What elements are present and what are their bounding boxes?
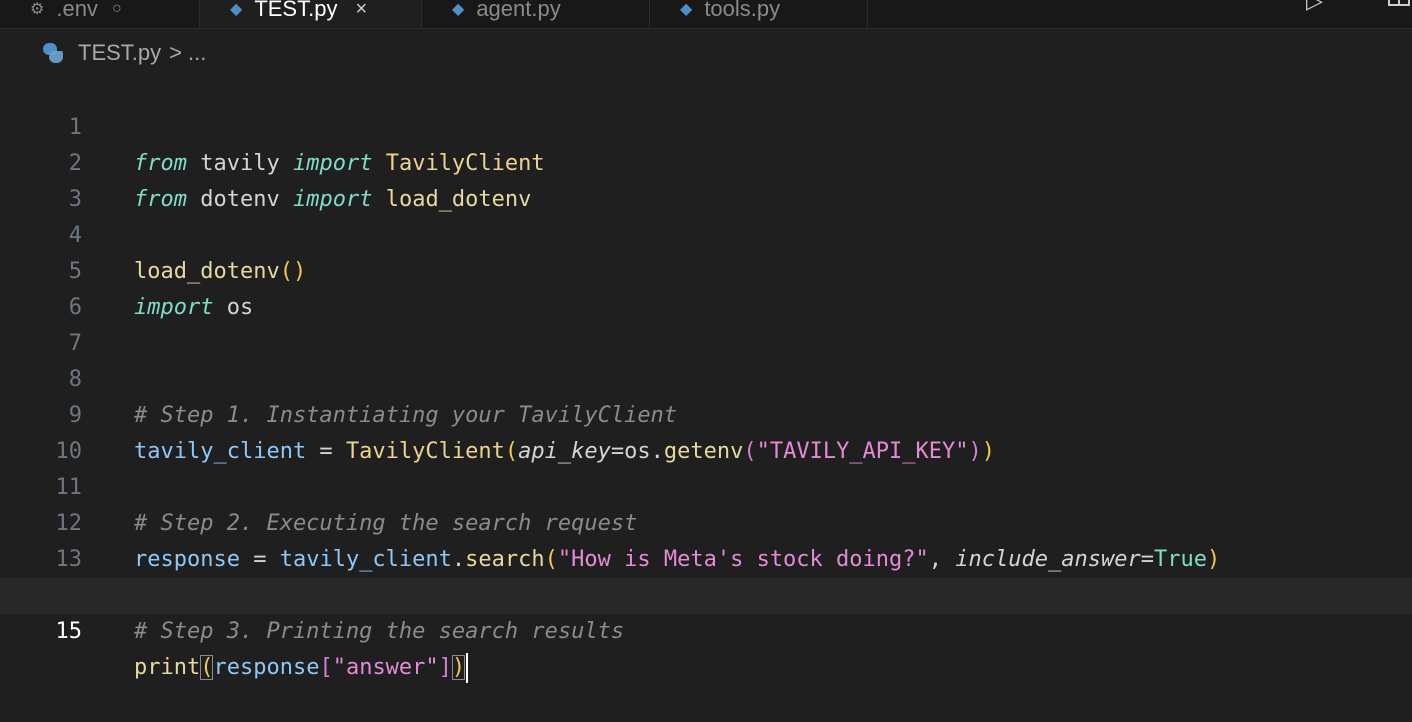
function-name: print: [134, 655, 201, 680]
code-line[interactable]: 4 load_dotenv(): [0, 182, 1412, 284]
bracket: ]: [438, 655, 452, 680]
comment: # Step 3. Printing the search results: [134, 619, 625, 644]
code-line[interactable]: 10: [0, 398, 1412, 464]
run-icon[interactable]: ▷: [1306, 0, 1323, 14]
breadcrumb-more[interactable]: ...: [188, 40, 206, 66]
code-editor[interactable]: 1 from tavily import TavilyClient 2 from…: [0, 74, 1412, 683]
python-icon: ◆: [230, 1, 243, 18]
gear-icon: ⚙: [30, 1, 45, 18]
code-line[interactable]: 11 # Step 2. Executing the search reques…: [0, 434, 1412, 536]
python-icon: [42, 42, 64, 64]
code-line[interactable]: 5 import os: [0, 218, 1412, 320]
tab-tools-py[interactable]: ◆ tools.py: [650, 0, 868, 28]
code-line-current[interactable]: 15 print(response["answer"]): [0, 578, 1412, 683]
code-line[interactable]: 14 # Step 3. Printing the search results: [0, 542, 1412, 644]
bracket: [: [319, 655, 333, 680]
tab-label: agent.py: [476, 0, 561, 21]
tab-label: tools.py: [704, 0, 781, 21]
text-cursor: [466, 653, 469, 683]
breadcrumb-file[interactable]: TEST.py: [78, 40, 161, 66]
code-line[interactable]: 7: [0, 290, 1412, 356]
string: "answer": [332, 655, 439, 680]
code-line[interactable]: 2 from dotenv import load_dotenv: [0, 110, 1412, 212]
breadcrumb: TEST.py > ...: [42, 38, 206, 68]
tab-test-py[interactable]: ◆ TEST.py ×: [200, 0, 422, 28]
tab-bar: ⚙ .env ○ ◆ TEST.py × ◆ agent.py ◆ tools.…: [0, 0, 1412, 29]
bracket-match: (: [200, 655, 214, 680]
variable: response: [213, 655, 320, 680]
python-icon: ◆: [680, 1, 693, 18]
code-line[interactable]: 12 response = tavily_client.search("How …: [0, 470, 1412, 572]
code-line[interactable]: 6: [0, 254, 1412, 320]
tab-env[interactable]: ⚙ .env ○: [0, 0, 200, 28]
unsaved-dot-icon: ○: [111, 0, 122, 17]
code-line[interactable]: 8 # Step 1. Instantiating your TavilyCli…: [0, 326, 1412, 428]
split-editor-icon[interactable]: [1388, 0, 1410, 6]
bracket-match: ): [451, 655, 466, 680]
code-line[interactable]: 1 from tavily import TavilyClient: [0, 74, 1412, 176]
code-line[interactable]: 3: [0, 146, 1412, 212]
breadcrumb-separator: >: [169, 40, 182, 65]
tab-agent-py[interactable]: ◆ agent.py: [422, 0, 650, 28]
code-line[interactable]: 9 tavily_client = TavilyClient(api_key=o…: [0, 362, 1412, 464]
code-line[interactable]: 13: [0, 506, 1412, 572]
python-icon: ◆: [452, 1, 465, 18]
tab-label: TEST.py: [254, 0, 338, 21]
line-number: 15: [55, 619, 83, 644]
tab-label: .env: [56, 0, 98, 21]
close-icon[interactable]: ×: [355, 0, 367, 21]
